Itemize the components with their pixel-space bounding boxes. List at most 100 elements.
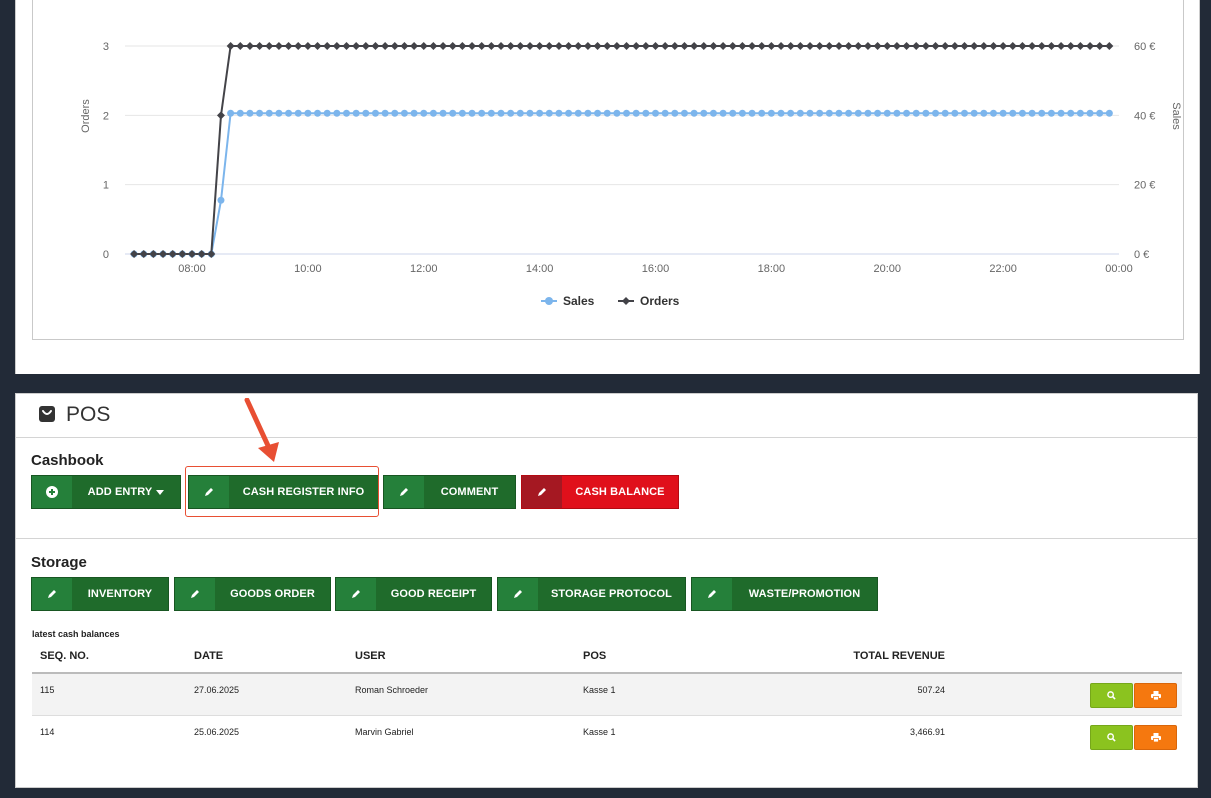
orders-point xyxy=(448,42,457,50)
orders-point xyxy=(1028,42,1037,50)
orders-point xyxy=(226,42,235,50)
sales-point xyxy=(912,109,920,117)
sales-point xyxy=(545,109,553,117)
x-tick: 18:00 xyxy=(758,263,786,275)
sales-point xyxy=(787,109,795,117)
orders-point xyxy=(641,42,650,50)
sales-point xyxy=(816,109,824,117)
y-left-tick: 2 xyxy=(103,110,109,122)
view-button[interactable] xyxy=(1090,683,1133,708)
orders-point xyxy=(921,42,930,50)
sales-point xyxy=(1009,109,1017,117)
y-right-tick: 40 € xyxy=(1134,110,1155,122)
sales-point xyxy=(323,109,331,117)
orders-point xyxy=(651,42,660,50)
sales-point xyxy=(1028,109,1036,117)
pencil-icon xyxy=(498,578,538,610)
orders-point xyxy=(912,42,921,50)
orders-point xyxy=(748,42,757,50)
orders-point xyxy=(159,250,168,258)
sales-point xyxy=(671,109,679,117)
legend-marker xyxy=(622,297,630,305)
y-left-tick: 1 xyxy=(103,180,109,192)
storage-title: Storage xyxy=(31,554,87,571)
y-left-axis-title: Orders xyxy=(80,99,92,133)
view-button[interactable] xyxy=(1090,725,1133,750)
orders-point xyxy=(236,42,245,50)
orders-point xyxy=(361,42,370,50)
table-row: 115 27.06.2025 Roman Schroeder Kasse 1 5… xyxy=(32,674,1182,716)
x-tick: 22:00 xyxy=(989,263,1017,275)
x-tick: 08:00 xyxy=(178,263,206,275)
sales-point xyxy=(343,109,350,117)
orders-point xyxy=(593,42,602,50)
orders-point xyxy=(1057,42,1066,50)
orders-point xyxy=(796,42,805,50)
orders-point xyxy=(690,42,699,50)
sales-point xyxy=(758,109,766,117)
storage-protocol-button[interactable]: STORAGE PROTOCOL xyxy=(497,577,686,611)
orders-point xyxy=(332,42,341,50)
orders-point xyxy=(487,42,496,50)
orders-point xyxy=(352,42,361,50)
cash-balance-button[interactable]: CASH BALANCE xyxy=(521,475,679,509)
orders-point xyxy=(1008,42,1017,50)
col-date: DATE xyxy=(194,650,224,662)
orders-point xyxy=(960,42,969,50)
orders-point xyxy=(806,42,814,50)
orders-point xyxy=(719,42,728,50)
orders-point xyxy=(834,42,843,50)
orders-point xyxy=(583,42,592,50)
cell-pos: Kasse 1 xyxy=(583,727,616,737)
legend-label: Sales xyxy=(563,294,595,308)
pencil-icon xyxy=(336,578,376,610)
sales-point xyxy=(468,109,476,117)
waste-promotion-button[interactable]: WASTE/PROMOTION xyxy=(691,577,878,611)
waste-promotion-label: WASTE/PROMOTION xyxy=(748,588,861,600)
orders-point xyxy=(130,250,139,258)
orders-point xyxy=(284,42,293,50)
print-button[interactable] xyxy=(1134,725,1177,750)
orders-point xyxy=(564,42,573,50)
cell-revenue: 507.24 xyxy=(917,685,945,695)
orders-point xyxy=(419,42,428,50)
sales-point xyxy=(246,109,254,117)
goods-order-button[interactable]: GOODS ORDER xyxy=(174,577,331,611)
inventory-button[interactable]: INVENTORY xyxy=(31,577,169,611)
orders-point xyxy=(516,42,525,50)
print-button[interactable] xyxy=(1134,683,1177,708)
sales-point xyxy=(236,109,244,117)
orders-point xyxy=(844,42,853,50)
orders-point xyxy=(757,42,766,50)
orders-point xyxy=(777,42,786,50)
comment-button[interactable]: COMMENT xyxy=(383,475,516,509)
latest-cash-balances-caption: latest cash balances xyxy=(32,629,120,639)
orders-point xyxy=(554,42,563,50)
sales-point xyxy=(1047,109,1055,117)
sales-point xyxy=(729,109,737,117)
sales-point xyxy=(893,109,901,117)
orders-point xyxy=(767,42,776,50)
pos-panel: POS Cashbook ADD ENTRY CASH REGISTER INF… xyxy=(15,393,1198,788)
orders-point xyxy=(139,250,148,258)
orders-point xyxy=(410,42,419,50)
sales-point xyxy=(883,109,891,117)
orders-point xyxy=(892,42,901,50)
cell-date: 27.06.2025 xyxy=(194,685,240,695)
x-tick: 10:00 xyxy=(294,263,322,275)
y-right-axis-title: Sales xyxy=(1170,102,1182,130)
sales-point xyxy=(922,109,930,117)
orders-point xyxy=(294,42,303,50)
add-entry-button[interactable]: ADD ENTRY xyxy=(31,475,181,509)
orders-point xyxy=(1076,42,1085,50)
sales-point xyxy=(265,109,273,117)
good-receipt-button[interactable]: GOOD RECEIPT xyxy=(335,577,492,611)
col-seq-no: SEQ. NO. xyxy=(40,650,89,662)
chart-panel: 0 1 2 3 0 € 20 € 40 € 60 € 08:00 10:00 12:00 14:00 1… xyxy=(15,0,1200,374)
orders-point xyxy=(1095,42,1104,50)
orders-point xyxy=(632,42,641,50)
orders-point xyxy=(188,250,196,258)
orders-point xyxy=(941,42,950,50)
orders-point xyxy=(535,42,544,50)
orders-point xyxy=(149,250,158,258)
